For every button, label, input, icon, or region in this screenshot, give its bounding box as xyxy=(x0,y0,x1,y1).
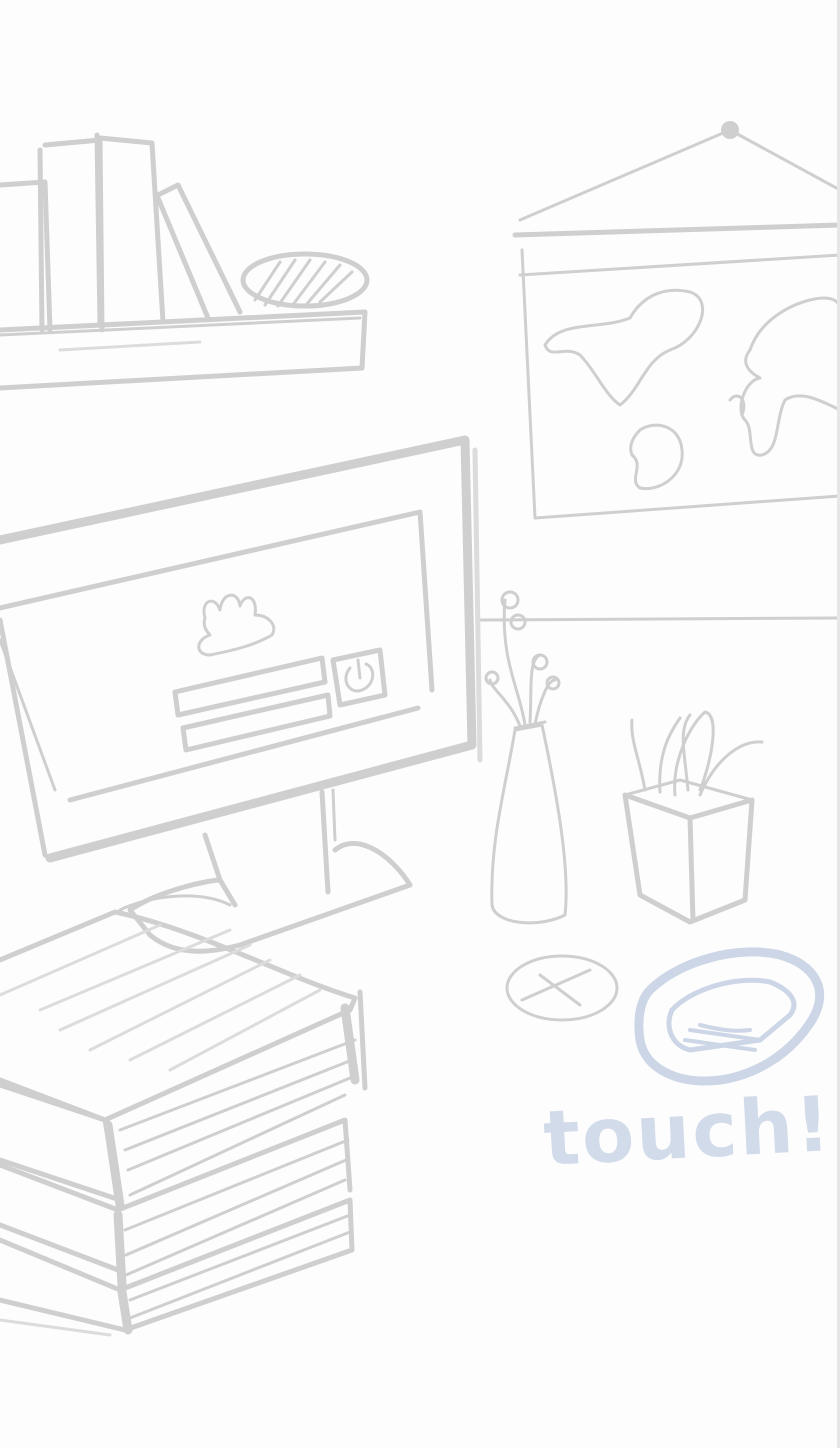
notebook[interactable] xyxy=(634,947,825,1086)
game-scene: touch! xyxy=(0,0,840,1448)
touch-hint-text: touch! xyxy=(541,1079,834,1183)
world-map-poster[interactable] xyxy=(512,121,840,520)
computer-monitor[interactable] xyxy=(0,435,483,954)
password-field[interactable] xyxy=(180,692,333,753)
flower-vase[interactable] xyxy=(484,590,568,925)
power-icon[interactable] xyxy=(330,647,388,708)
striped-bowl xyxy=(240,251,370,309)
book-stack[interactable] xyxy=(0,909,368,1337)
bookshelf[interactable] xyxy=(0,132,370,391)
username-field[interactable] xyxy=(172,655,328,718)
desk-edge xyxy=(476,616,840,622)
pencil-cup[interactable] xyxy=(622,710,764,925)
desk-scene-sketch: touch! xyxy=(0,121,840,1337)
coaster[interactable] xyxy=(505,954,619,1022)
mascot-logo xyxy=(197,593,276,657)
